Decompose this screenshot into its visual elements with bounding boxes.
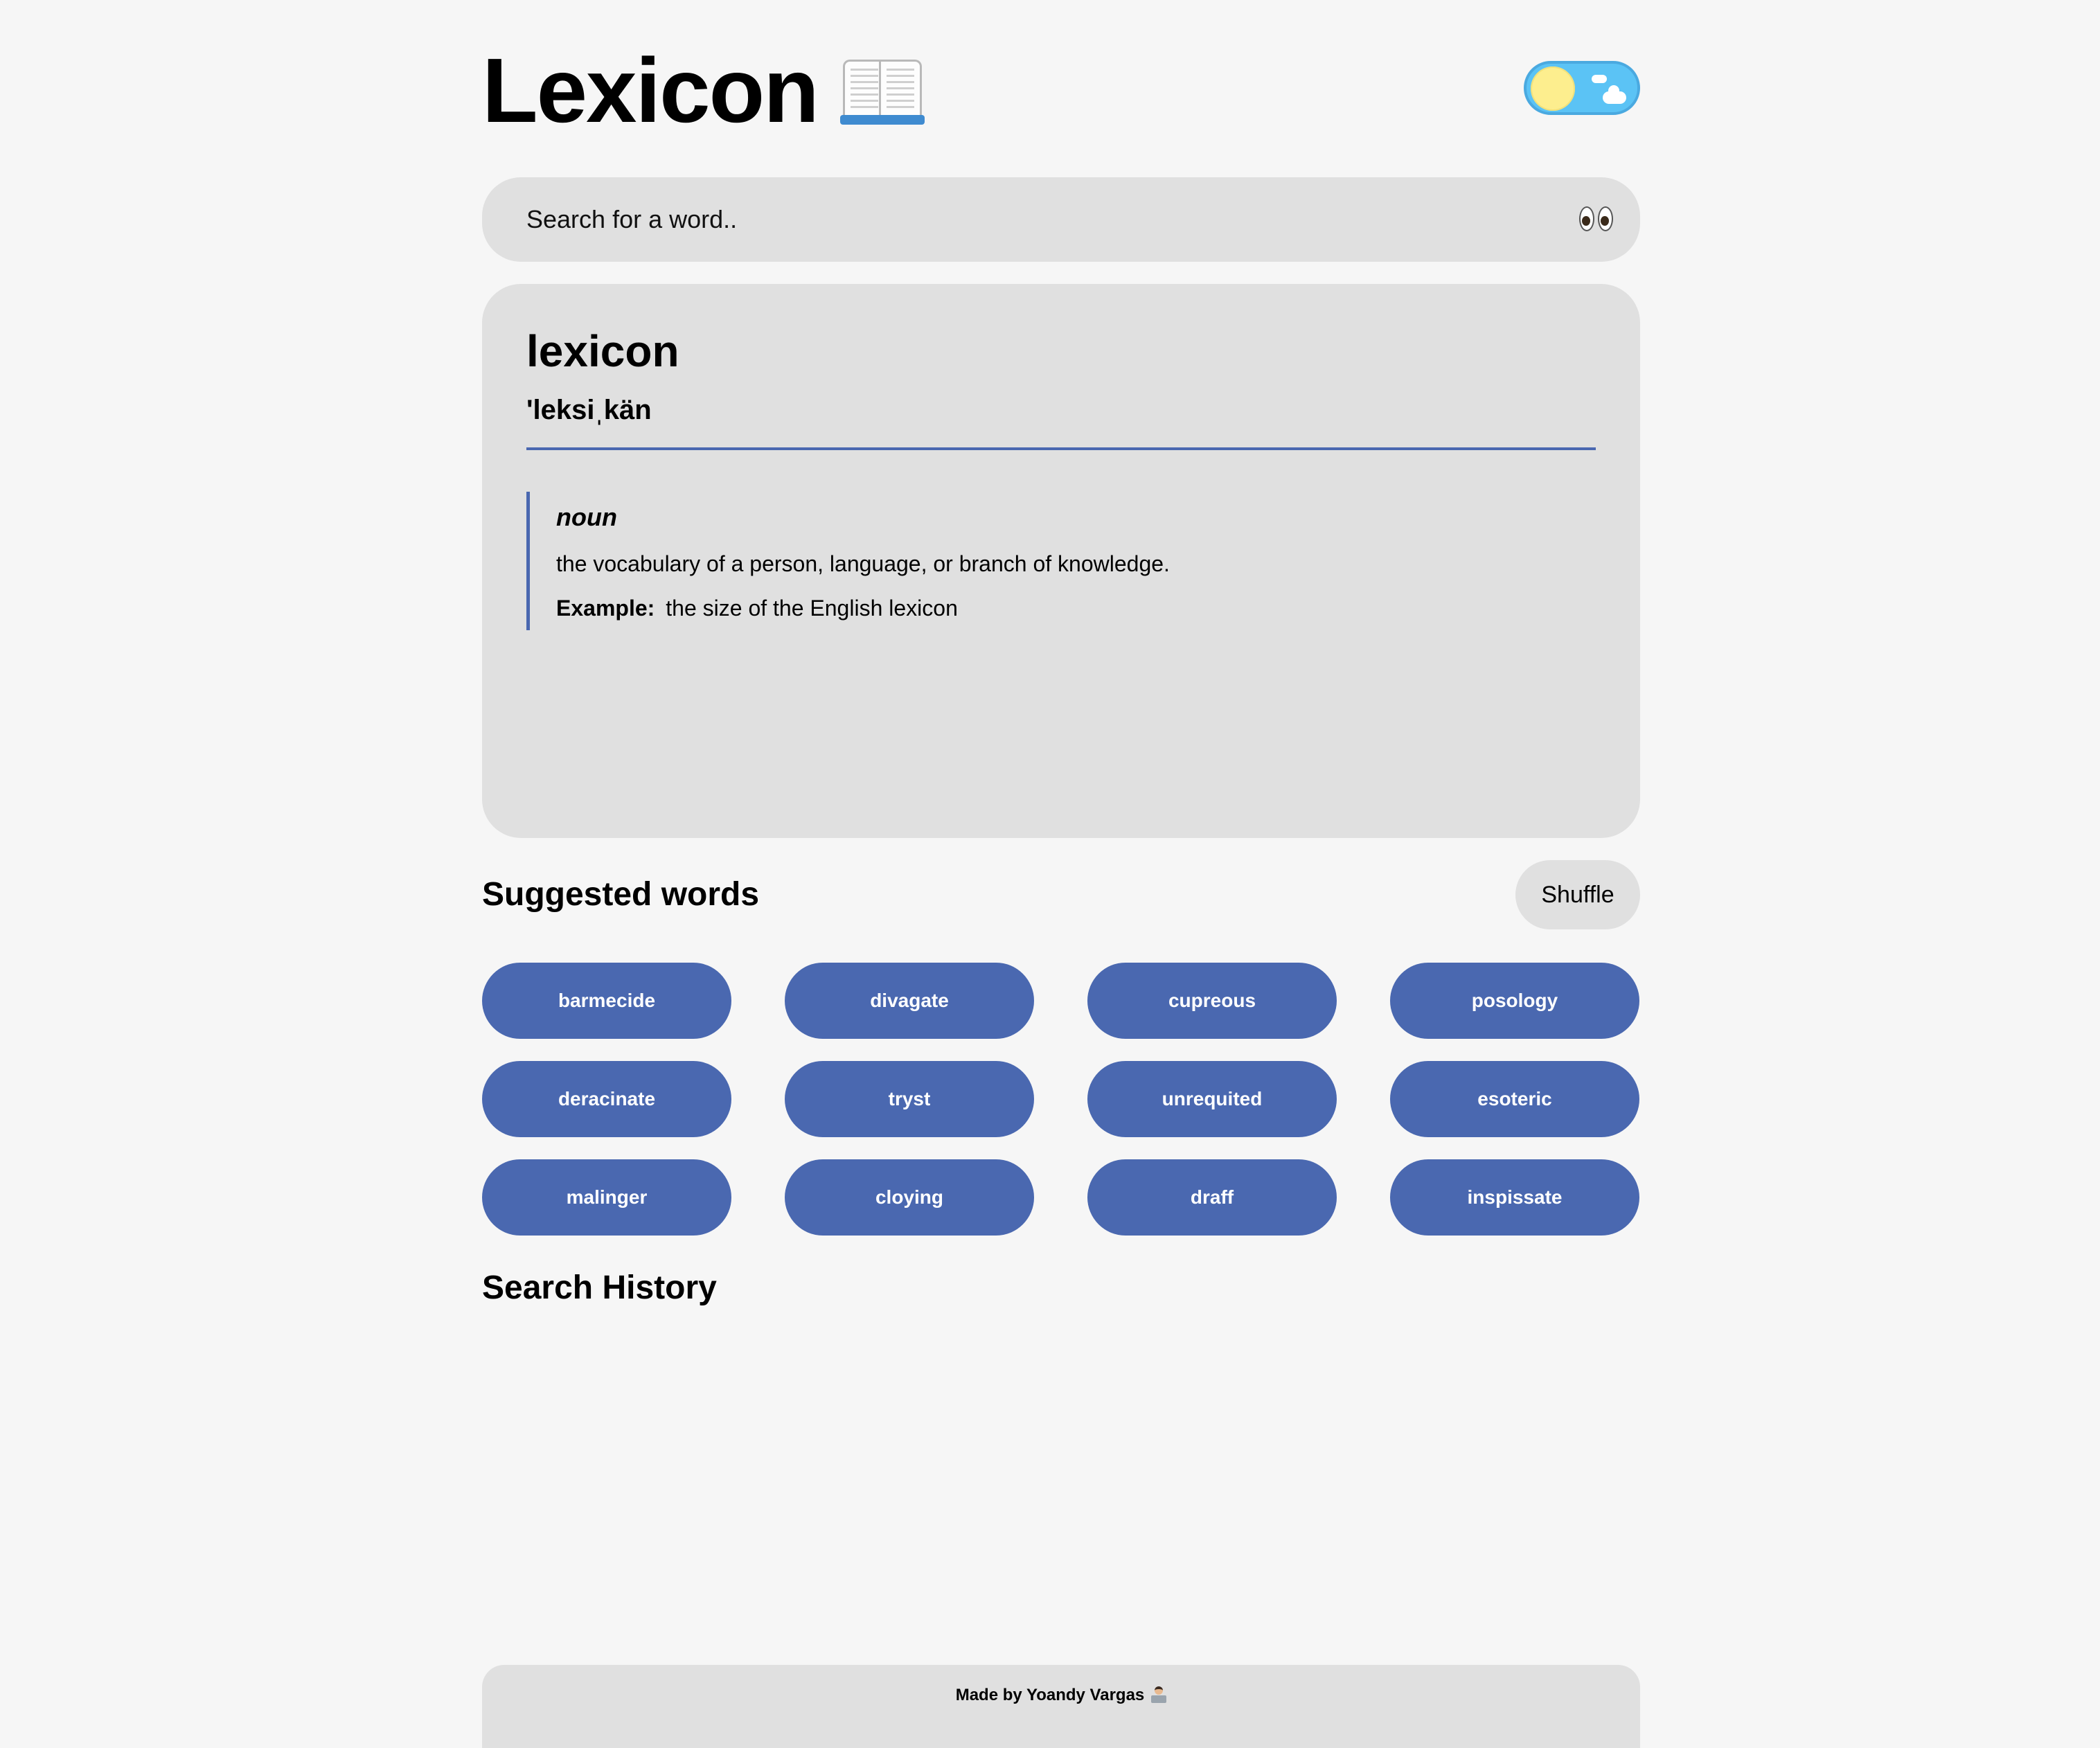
cloud-icon xyxy=(1603,85,1626,104)
theme-toggle[interactable] xyxy=(1524,61,1640,115)
suggested-words-title: Suggested words xyxy=(482,876,760,913)
shuffle-button[interactable]: Shuffle xyxy=(1515,860,1640,929)
suggested-word-button[interactable]: esoteric xyxy=(1390,1061,1639,1137)
meaning-block: noun the vocabulary of a person, languag… xyxy=(526,492,1569,630)
example-label: Example: xyxy=(556,596,655,621)
suggested-word-button[interactable]: draff xyxy=(1087,1159,1337,1236)
app-title-text: Lexicon xyxy=(482,39,819,141)
suggested-word-button[interactable]: inspissate xyxy=(1390,1159,1639,1236)
sun-icon xyxy=(1531,66,1575,111)
suggested-words-grid: barmecide divagate cupreous posology der… xyxy=(482,963,1640,1236)
technologist-icon xyxy=(1151,1686,1167,1703)
cloud-icon xyxy=(1592,75,1607,83)
search-bar xyxy=(482,177,1640,262)
footer-text: Made by Yoandy Vargas xyxy=(956,1686,1167,1705)
suggested-word-button[interactable]: tryst xyxy=(785,1061,1034,1137)
suggested-word-button[interactable]: cupreous xyxy=(1087,963,1337,1039)
phonetic: 'leksiˌkän xyxy=(526,395,652,425)
suggested-word-button[interactable]: divagate xyxy=(785,963,1034,1039)
suggested-word-button[interactable]: posology xyxy=(1390,963,1639,1039)
search-history-title: Search History xyxy=(482,1269,717,1306)
example-text: the size of the English lexicon xyxy=(666,596,958,621)
divider xyxy=(526,447,1596,450)
definition-text: the vocabulary of a person, language, or… xyxy=(556,551,1170,576)
open-book-icon xyxy=(839,55,925,125)
definition-card: lexicon 'leksiˌkän noun the vocabulary o… xyxy=(482,284,1640,838)
suggested-word-button[interactable]: malinger xyxy=(482,1159,731,1236)
part-of-speech: noun xyxy=(556,503,617,531)
app-title: Lexicon xyxy=(482,39,925,141)
footer: Made by Yoandy Vargas xyxy=(482,1665,1640,1748)
search-input[interactable] xyxy=(482,177,1640,262)
suggested-word-button[interactable]: cloying xyxy=(785,1159,1034,1236)
footer-credit: Made by Yoandy Vargas xyxy=(955,1686,1145,1704)
suggested-word-button[interactable]: unrequited xyxy=(1087,1061,1337,1137)
eyes-icon[interactable] xyxy=(1579,206,1615,234)
example: Example: the size of the English lexicon xyxy=(556,596,958,621)
word-title: lexicon xyxy=(526,326,679,376)
suggested-word-button[interactable]: barmecide xyxy=(482,963,731,1039)
suggested-word-button[interactable]: deracinate xyxy=(482,1061,731,1137)
app-container: Lexicon lexicon 'leksiˌkän noun the voca… xyxy=(482,0,1640,1748)
